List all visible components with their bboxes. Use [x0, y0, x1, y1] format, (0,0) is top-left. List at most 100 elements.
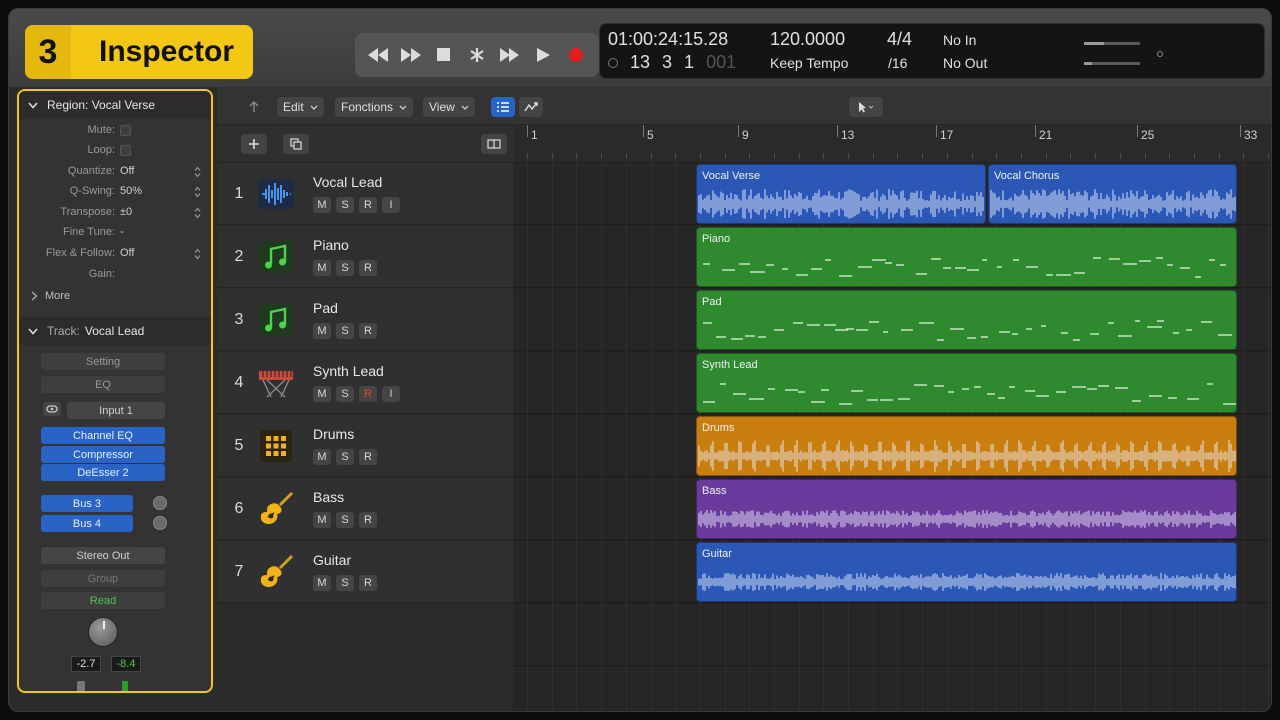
mute-button[interactable]: M [313, 386, 331, 402]
view-menu[interactable]: View [423, 97, 475, 117]
group-slot[interactable]: Group [41, 570, 165, 587]
region-param-row[interactable]: Quantize: Off [19, 162, 211, 182]
mute-button[interactable]: M [313, 260, 331, 276]
send-level-knob[interactable] [153, 516, 167, 530]
track-inspector-header[interactable]: Track: Vocal Lead [19, 317, 211, 345]
region-inspector-header[interactable]: Region: Vocal Verse [19, 91, 211, 119]
solo-button[interactable]: S [336, 512, 354, 528]
setting-slot[interactable]: Setting [41, 353, 165, 370]
region-param-row[interactable]: Flex & Follow: Off [19, 244, 211, 264]
region-param-row[interactable]: Q-Swing: 50% [19, 182, 211, 202]
region-param-row[interactable]: Transpose: ±0 [19, 203, 211, 223]
input-monitor-button[interactable]: I [382, 386, 400, 402]
solo-button[interactable]: S [336, 386, 354, 402]
back-arrow-icon[interactable] [243, 97, 265, 117]
record-enable-button[interactable]: R [359, 323, 377, 339]
record-enable-button[interactable]: R [359, 386, 377, 402]
region-param-row[interactable]: Fine Tune: - [19, 223, 211, 243]
stepper-icon[interactable] [193, 165, 201, 179]
track-header-row[interactable]: 4 Synth Lead M S R I [217, 352, 513, 414]
stop-icon[interactable] [433, 44, 455, 66]
duplicate-track-icon[interactable] [283, 134, 309, 154]
track-name[interactable]: Drums [313, 426, 354, 442]
track-name[interactable]: Vocal Lead [313, 174, 382, 190]
solo-button[interactable]: S [336, 449, 354, 465]
param-checkbox[interactable] [120, 145, 131, 156]
capture-icon[interactable] [466, 44, 488, 66]
record-enable-button[interactable]: R [359, 575, 377, 591]
send-slot-bus-4[interactable]: Bus 4 [41, 515, 133, 532]
plugin-slot-deesser[interactable]: DeEsser 2 [41, 464, 165, 481]
pan-knob[interactable] [88, 617, 118, 647]
mute-button[interactable]: M [313, 512, 331, 528]
stepper-icon[interactable] [193, 247, 201, 261]
track-name[interactable]: Pad [313, 300, 338, 316]
region-audio[interactable]: Bass [696, 479, 1237, 539]
track-name[interactable]: Guitar [313, 552, 351, 568]
send-level-knob[interactable] [153, 496, 167, 510]
eq-slot[interactable]: EQ [41, 376, 165, 393]
plugin-slot-compressor[interactable]: Compressor [41, 446, 165, 463]
functions-menu[interactable]: Fonctions [335, 97, 414, 117]
more-disclosure[interactable]: More [19, 287, 211, 307]
track-header-row[interactable]: 1 Vocal Lead M S R I [217, 163, 513, 225]
music-note-icon[interactable] [257, 240, 295, 274]
guitar-icon[interactable] [257, 555, 295, 589]
solo-button[interactable]: S [336, 197, 354, 213]
mute-button[interactable]: M [313, 197, 331, 213]
record-enable-button[interactable]: R [359, 260, 377, 276]
record-enable-button[interactable]: R [359, 449, 377, 465]
record-enable-button[interactable]: R [359, 197, 377, 213]
music-note-icon[interactable] [257, 303, 295, 337]
region-param-row[interactable]: Mute: [19, 121, 211, 141]
link-icon[interactable] [43, 402, 61, 416]
automation-mode[interactable]: Read [41, 592, 165, 609]
lcd-display[interactable]: 01:00:24:15.28 13 3 1 001 120.0000 Keep … [599, 23, 1265, 79]
pointer-tool-icon[interactable] [849, 97, 883, 117]
mute-button[interactable]: M [313, 323, 331, 339]
send-slot-bus-3[interactable]: Bus 3 [41, 495, 133, 512]
record-icon[interactable] [565, 44, 587, 66]
list-view-icon[interactable] [491, 97, 515, 117]
input-slot[interactable]: Input 1 [67, 402, 165, 419]
fast-forward-icon[interactable] [400, 44, 422, 66]
bar-ruler[interactable]: 1 5 9 13 17 21 25 33 [513, 125, 1271, 163]
track-name[interactable]: Piano [313, 237, 349, 253]
output-slot[interactable]: Stereo Out [41, 547, 165, 564]
mute-button[interactable]: M [313, 449, 331, 465]
forward-to-end-icon[interactable] [499, 44, 521, 66]
track-header-row[interactable]: 7 Guitar M S R [217, 541, 513, 603]
waveform-icon[interactable] [257, 177, 295, 211]
param-checkbox[interactable] [120, 125, 131, 136]
stepper-icon[interactable] [193, 185, 201, 199]
global-tracks-icon[interactable] [481, 134, 507, 154]
region-param-row[interactable]: Gain: [19, 265, 211, 285]
flex-mode-icon[interactable] [519, 97, 543, 117]
track-header-row[interactable]: 6 Bass M S R [217, 478, 513, 540]
add-track-icon[interactable] [241, 134, 267, 154]
mute-button[interactable]: M [313, 575, 331, 591]
track-header-row[interactable]: 5 Drums M S R [217, 415, 513, 477]
stepper-icon[interactable] [193, 206, 201, 220]
arrange-area[interactable]: Vocal Verse Vocal Chorus Piano Pad Synth Lea… [513, 163, 1271, 711]
track-header-row[interactable]: 2 Piano M S R [217, 226, 513, 288]
volume-fader[interactable] [77, 681, 85, 691]
input-monitor-button[interactable]: I [382, 197, 400, 213]
track-name[interactable]: Bass [313, 489, 344, 505]
solo-button[interactable]: S [336, 575, 354, 591]
region-audio[interactable]: Vocal Verse [696, 164, 986, 224]
play-icon[interactable] [532, 44, 554, 66]
region-audio[interactable]: Vocal Chorus [988, 164, 1237, 224]
plugin-slot-channel-eq[interactable]: Channel EQ [41, 427, 165, 444]
region-midi[interactable]: Synth Lead [696, 353, 1237, 413]
track-name[interactable]: Synth Lead [313, 363, 384, 379]
region-midi[interactable]: Piano [696, 227, 1237, 287]
solo-button[interactable]: S [336, 260, 354, 276]
drum-pad-icon[interactable] [257, 429, 295, 463]
track-header-row[interactable]: 3 Pad M S R [217, 289, 513, 351]
guitar-icon[interactable] [257, 492, 295, 526]
region-audio[interactable]: Drums [696, 416, 1237, 476]
edit-menu[interactable]: Edit [277, 97, 324, 117]
solo-button[interactable]: S [336, 323, 354, 339]
region-midi[interactable]: Pad [696, 290, 1237, 350]
